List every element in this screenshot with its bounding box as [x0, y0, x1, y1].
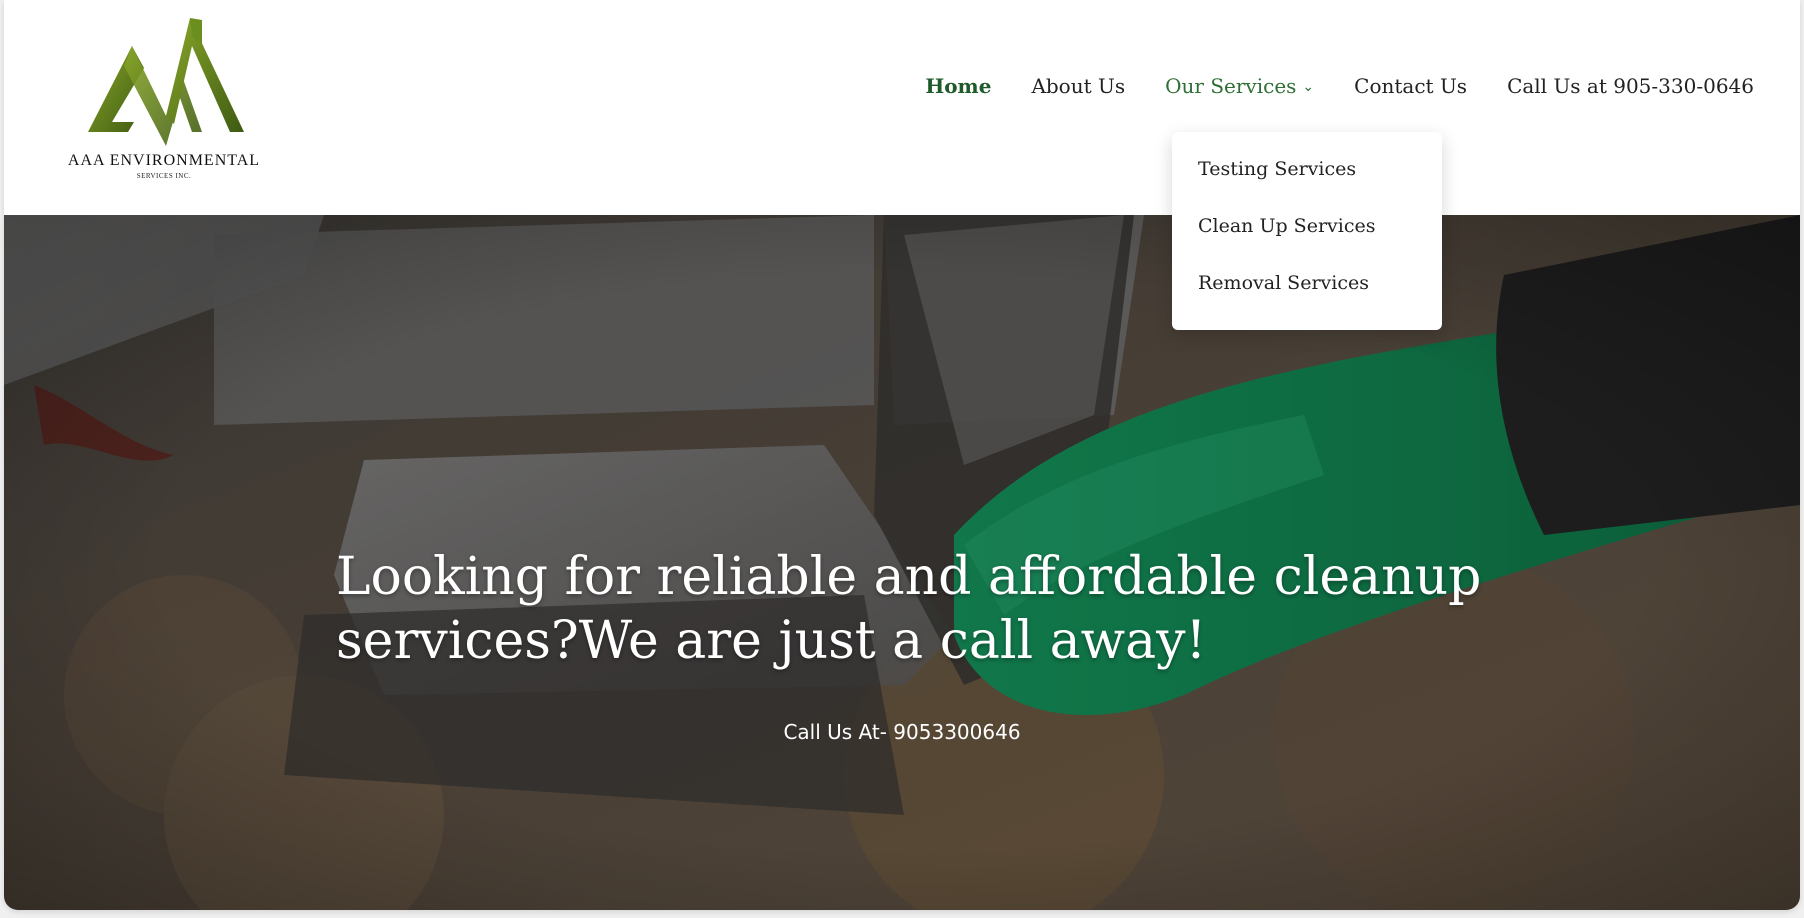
nav-contact-us[interactable]: Contact Us	[1354, 74, 1467, 98]
browser-page: AAA ENVIRONMENTAL SERVICES INC. Home Abo…	[4, 0, 1800, 910]
main-nav: Home About Us Our Services ⌄ Contact Us …	[925, 74, 1754, 98]
dropdown-item-removal-services[interactable]: Removal Services	[1198, 272, 1369, 294]
site-logo[interactable]: AAA ENVIRONMENTAL SERVICES INC.	[64, 6, 264, 182]
nav-our-services-label: Our Services	[1165, 74, 1297, 98]
logo-subtitle: SERVICES INC.	[136, 172, 192, 180]
hero-banner: Looking for reliable and affordable clea…	[4, 215, 1800, 910]
nav-about-us[interactable]: About Us	[1031, 74, 1125, 98]
hero-call-text[interactable]: Call Us At- 9053300646	[4, 720, 1800, 744]
logo-name: AAA ENVIRONMENTAL	[67, 152, 261, 169]
dropdown-item-clean-up-services[interactable]: Clean Up Services	[1198, 215, 1375, 237]
hero-title: Looking for reliable and affordable clea…	[336, 547, 1482, 671]
nav-our-services[interactable]: Our Services ⌄	[1165, 74, 1314, 98]
nav-call-us[interactable]: Call Us at 905-330-0646	[1507, 74, 1754, 98]
dropdown-item-testing-services[interactable]: Testing Services	[1198, 158, 1356, 180]
chevron-down-icon: ⌄	[1302, 79, 1315, 95]
mountain-logo-icon	[88, 18, 244, 146]
services-dropdown: Testing Services Clean Up Services Remov…	[1172, 132, 1442, 330]
site-header: AAA ENVIRONMENTAL SERVICES INC. Home Abo…	[4, 0, 1800, 215]
nav-home[interactable]: Home	[925, 74, 991, 98]
